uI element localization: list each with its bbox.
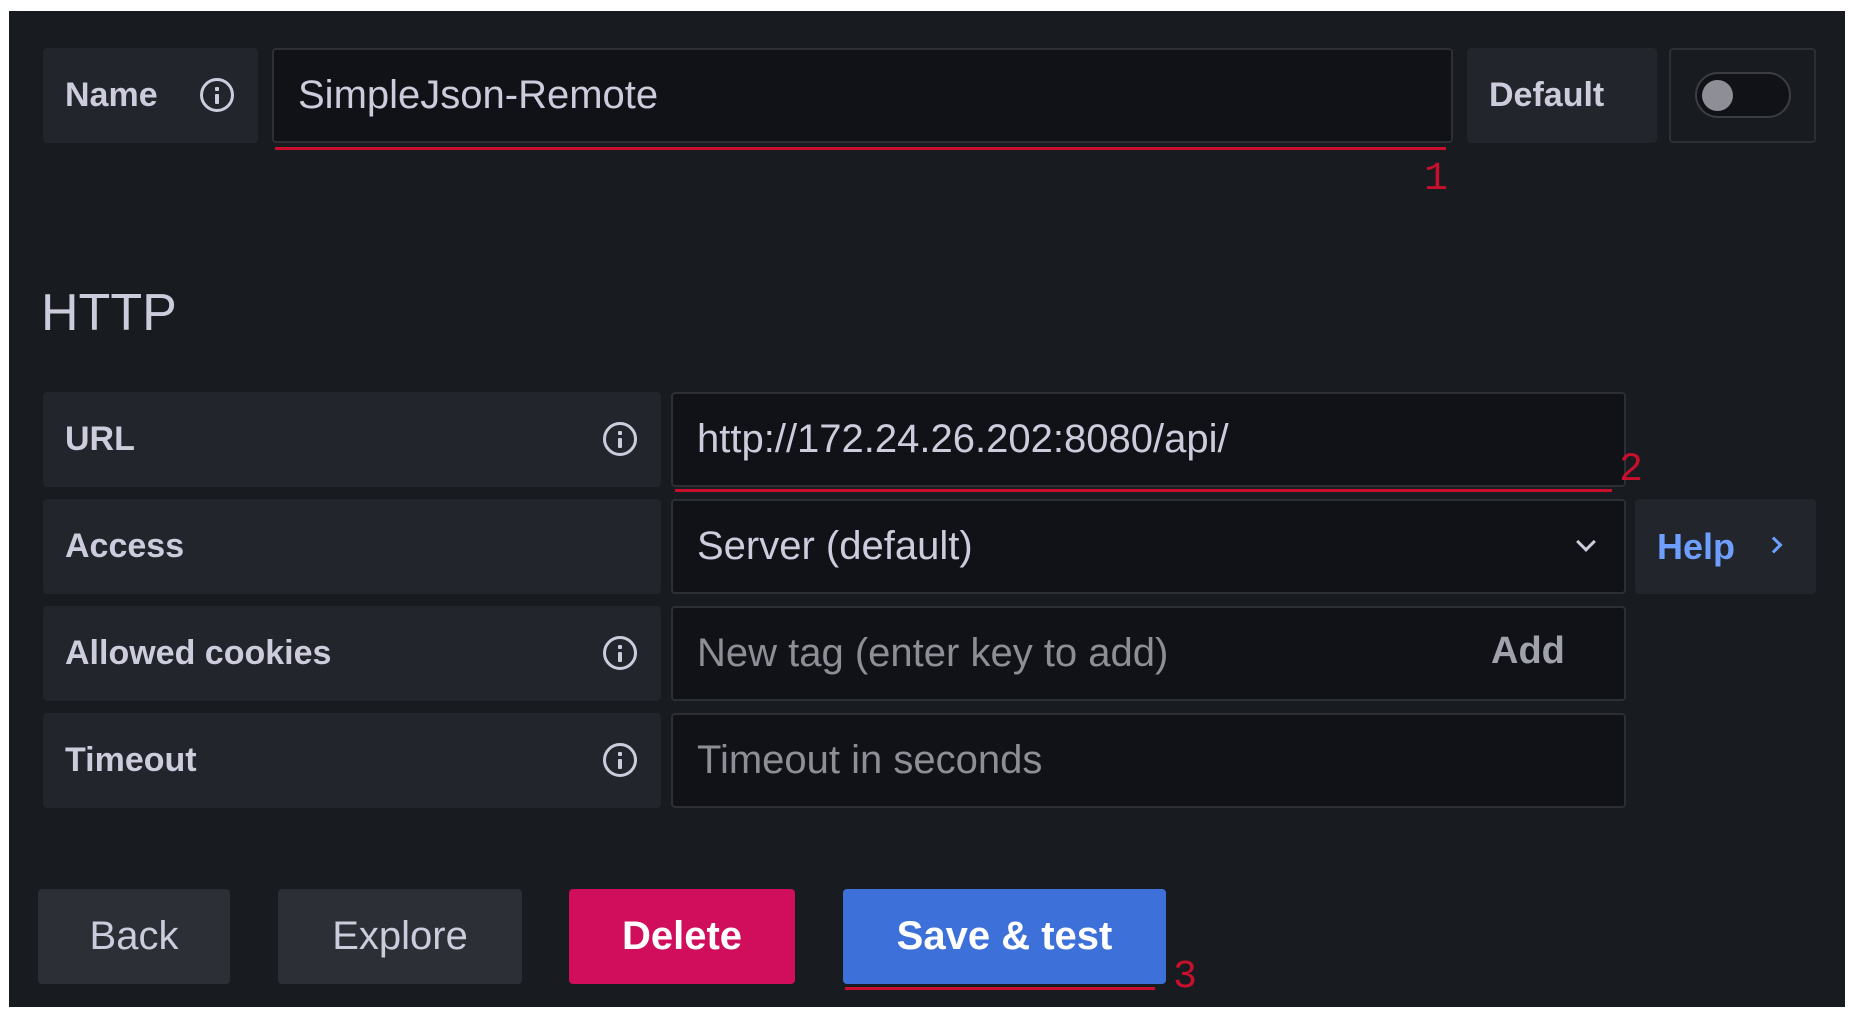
name-label: Name bbox=[65, 76, 158, 114]
default-toggle[interactable] bbox=[1695, 72, 1791, 118]
url-label: URL bbox=[65, 420, 135, 458]
timeout-input[interactable]: Timeout in seconds bbox=[671, 713, 1626, 808]
timeout-label-box: Timeout bbox=[43, 713, 661, 808]
info-icon[interactable] bbox=[603, 422, 637, 456]
url-input-value: http://172.24.26.202:8080/api/ bbox=[697, 417, 1229, 461]
info-icon[interactable] bbox=[200, 78, 234, 112]
default-label: Default bbox=[1489, 76, 1605, 114]
explore-button[interactable]: Explore bbox=[278, 889, 522, 984]
name-input-value: SimpleJson-Remote bbox=[298, 73, 659, 117]
name-label-box: Name bbox=[43, 48, 258, 143]
chevron-right-icon bbox=[1765, 536, 1783, 554]
section-title: HTTP bbox=[41, 284, 177, 342]
access-label-box: Access bbox=[43, 499, 661, 594]
info-icon[interactable] bbox=[603, 636, 637, 670]
timeout-placeholder: Timeout in seconds bbox=[697, 738, 1043, 782]
access-select[interactable]: Server (default) bbox=[671, 499, 1626, 594]
info-icon[interactable] bbox=[603, 743, 637, 777]
delete-button[interactable]: Delete bbox=[569, 889, 795, 984]
save-test-button[interactable]: Save & test bbox=[843, 889, 1166, 984]
allowed-cookies-label-box: Allowed cookies bbox=[43, 606, 661, 701]
access-select-value: Server (default) bbox=[697, 524, 973, 568]
access-help-button[interactable]: Help bbox=[1635, 499, 1816, 594]
allowed-cookies-placeholder: New tag (enter key to add) bbox=[697, 631, 1169, 675]
datasource-settings-panel: Name SimpleJson-Remote 1 Default HTTP UR… bbox=[9, 11, 1845, 1007]
name-input[interactable]: SimpleJson-Remote bbox=[272, 48, 1453, 143]
annotation-marker-2: 2 bbox=[1619, 448, 1644, 493]
add-tag-button[interactable]: Add bbox=[1491, 630, 1565, 673]
access-label: Access bbox=[65, 527, 185, 565]
url-label-box: URL bbox=[43, 392, 661, 487]
chevron-down-icon bbox=[1576, 532, 1596, 552]
annotation-marker-1: 1 bbox=[1424, 157, 1449, 202]
allowed-cookies-input[interactable]: New tag (enter key to add) Add bbox=[671, 606, 1626, 701]
annotation-marker-3: 3 bbox=[1173, 955, 1198, 1000]
timeout-label: Timeout bbox=[65, 741, 197, 779]
allowed-cookies-label: Allowed cookies bbox=[65, 634, 332, 672]
url-input[interactable]: http://172.24.26.202:8080/api/ bbox=[671, 392, 1626, 487]
default-label-box: Default bbox=[1467, 48, 1657, 143]
annotation-underline-2 bbox=[675, 489, 1612, 492]
help-label: Help bbox=[1657, 525, 1736, 567]
toggle-knob bbox=[1702, 80, 1733, 111]
annotation-underline-1 bbox=[275, 147, 1446, 150]
back-button[interactable]: Back bbox=[38, 889, 230, 984]
default-toggle-wrapper bbox=[1669, 48, 1816, 143]
annotation-underline-3 bbox=[845, 987, 1155, 990]
